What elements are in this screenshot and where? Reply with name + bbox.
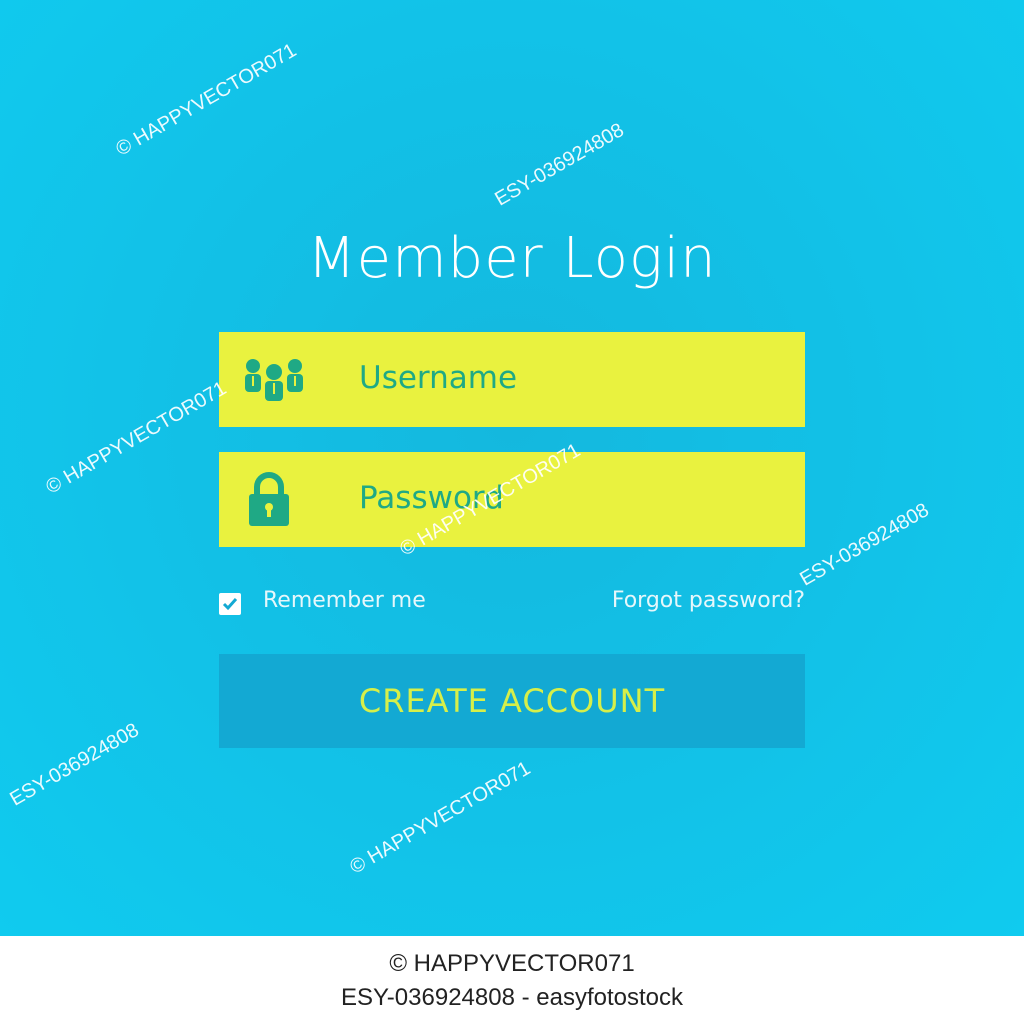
create-account-button[interactable]: CREATE ACCOUNT [219,654,805,748]
footer-credit: © HAPPYVECTOR071 [389,950,635,977]
remember-me-label[interactable]: Remember me [263,588,426,613]
watermark-author: © HAPPYVECTOR071 [346,757,535,879]
login-screen: Member Login Username Password Remember … [0,0,1024,936]
page-title: Member Login [307,226,717,291]
checkmark-icon [222,598,238,611]
image-footer: © HAPPYVECTOR071 ESY-036924808 - easyfot… [0,936,1024,1024]
watermark-author: © HAPPYVECTOR071 [42,377,231,499]
footer-stock-id: ESY-036924808 - easyfotostock [340,984,683,1011]
users-group-icon [233,332,323,427]
watermark-id: ESY-036924808 [491,119,628,211]
watermark-author: © HAPPYVECTOR071 [112,39,301,161]
remember-checkbox[interactable] [219,593,241,615]
watermark-id: ESY-036924808 [796,499,933,591]
padlock-icon [233,452,323,547]
forgot-password-link[interactable]: Forgot password? [612,588,805,613]
username-field[interactable]: Username [219,332,805,427]
login-options: Remember me Forgot password? [219,586,805,620]
password-field[interactable]: Password [219,452,805,547]
username-input[interactable]: Username [359,360,517,396]
password-input[interactable]: Password [359,480,504,516]
watermark-id: ESY-036924808 [6,719,143,811]
